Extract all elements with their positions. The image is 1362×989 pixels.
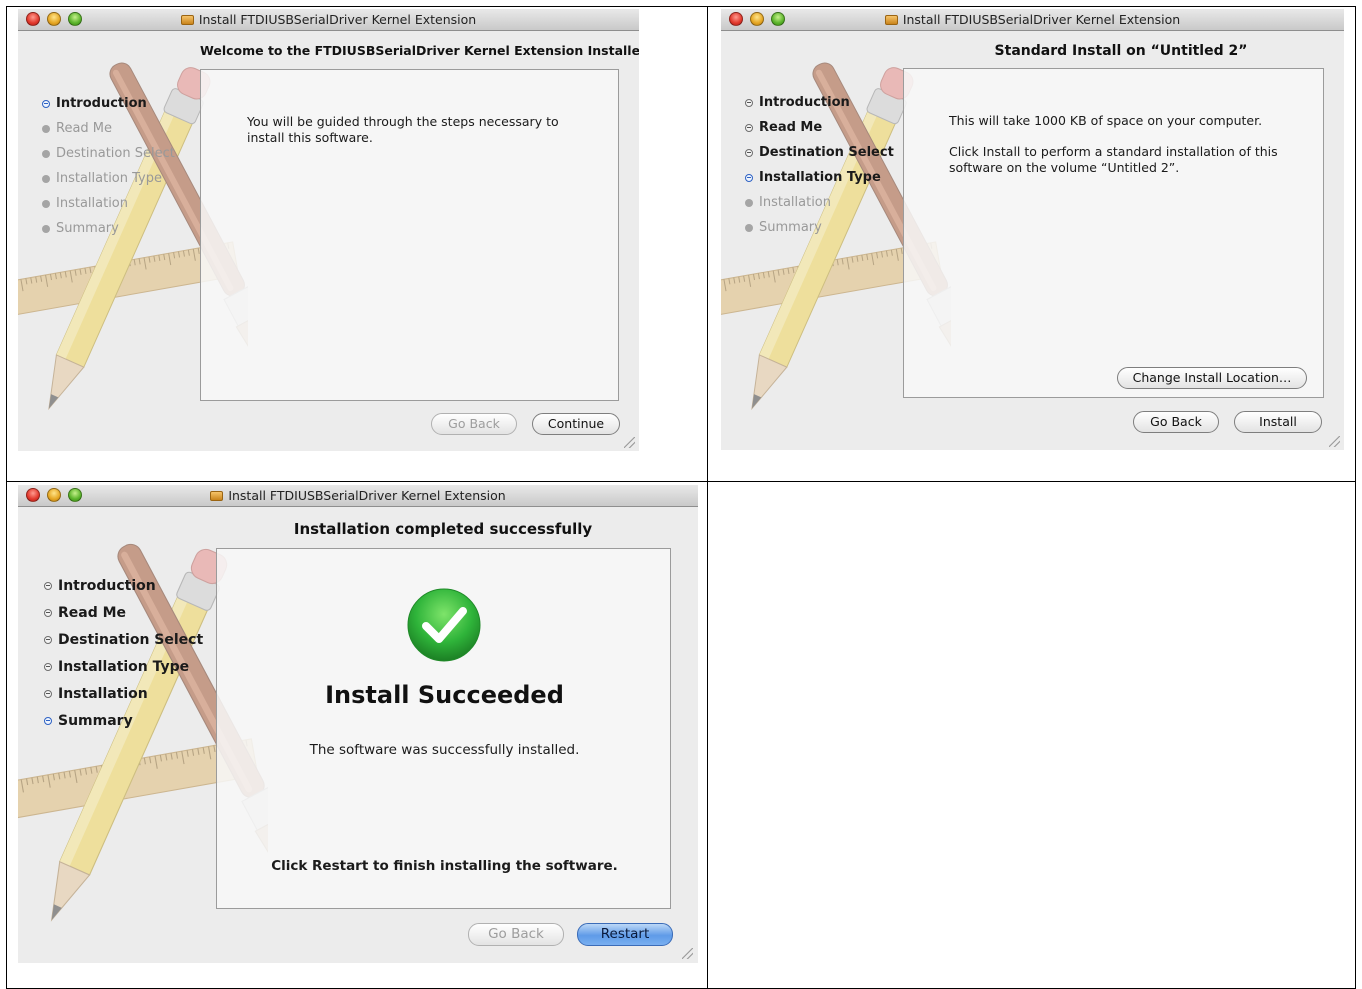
table-divider-vertical xyxy=(707,6,708,989)
change-install-location-button[interactable]: Change Install Location… xyxy=(1117,367,1307,389)
step-status-icon xyxy=(745,198,753,207)
step-item: Installation Type xyxy=(44,653,203,680)
step-item: Introduction xyxy=(44,572,203,599)
step-status-icon xyxy=(745,98,753,107)
resize-grip[interactable] xyxy=(1329,436,1340,447)
page-title: Installation completed successfully xyxy=(293,520,593,538)
step-item: Introduction xyxy=(745,90,894,115)
window-title: Install FTDIUSBSerialDriver Kernel Exten… xyxy=(18,12,639,27)
installer-window-summary: Install FTDIUSBSerialDriver Kernel Exten… xyxy=(18,485,698,963)
step-item: Installation Type xyxy=(42,166,175,191)
intro-text: You will be guided through the steps nec… xyxy=(247,114,559,145)
step-item: Installation xyxy=(42,191,175,216)
step-item: Installation xyxy=(745,190,894,215)
installer-window-introduction: Install FTDIUSBSerialDriver Kernel Exten… xyxy=(18,9,639,451)
space-required-text: This will take 1000 KB of space on your … xyxy=(949,113,1263,128)
step-label: Read Me xyxy=(58,604,127,621)
step-status-icon xyxy=(44,716,52,725)
title-bar[interactable]: Install FTDIUSBSerialDriver Kernel Exten… xyxy=(721,9,1344,31)
success-title: Install Succeeded xyxy=(325,681,564,709)
go-back-button[interactable]: Go Back xyxy=(1133,411,1219,433)
step-label: Introduction xyxy=(759,95,850,110)
step-label: Installation xyxy=(56,196,129,211)
continue-button[interactable]: Continue xyxy=(532,413,620,435)
step-label: Summary xyxy=(56,221,119,236)
title-bar[interactable]: Install FTDIUSBSerialDriver Kernel Exten… xyxy=(18,485,698,507)
step-label: Introduction xyxy=(56,96,147,111)
step-label: Installation xyxy=(58,685,148,702)
success-text: The software was successfully installed. xyxy=(309,742,580,758)
step-status-icon xyxy=(44,689,52,698)
step-item: Installation Type xyxy=(745,165,894,190)
installer-window-installation-type: Install FTDIUSBSerialDriver Kernel Exten… xyxy=(721,9,1344,450)
step-label: Installation Type xyxy=(759,170,881,185)
step-item: Destination Select xyxy=(44,626,203,653)
step-status-icon xyxy=(42,124,50,133)
step-label: Destination Select xyxy=(759,145,894,160)
step-status-icon xyxy=(745,123,753,132)
standard-install-text: Click Install to perform a standard inst… xyxy=(949,144,1278,175)
step-label: Summary xyxy=(58,712,133,729)
package-icon xyxy=(210,491,224,501)
step-label: Summary xyxy=(759,220,822,235)
step-item: Read Me xyxy=(42,116,175,141)
step-status-icon xyxy=(44,662,52,671)
step-item: Destination Select xyxy=(42,141,175,166)
step-label: Destination Select xyxy=(58,631,204,648)
steps-sidebar: Introduction Read Me Destination Select Ins… xyxy=(42,91,175,241)
step-item: Introduction xyxy=(42,91,175,116)
step-label: Read Me xyxy=(56,121,113,136)
step-status-icon xyxy=(42,174,50,183)
step-status-icon xyxy=(42,224,50,233)
window-title: Install FTDIUSBSerialDriver Kernel Exten… xyxy=(18,488,698,503)
step-item: Summary xyxy=(42,216,175,241)
page-title: Standard Install on “Untitled 2” xyxy=(994,43,1248,59)
step-item: Read Me xyxy=(44,599,203,626)
steps-sidebar: Introduction Read Me Destination Select Ins… xyxy=(44,572,203,734)
step-status-icon xyxy=(42,199,50,208)
window-title: Install FTDIUSBSerialDriver Kernel Exten… xyxy=(721,12,1344,27)
step-item: Destination Select xyxy=(745,140,894,165)
step-label: Destination Select xyxy=(56,146,175,161)
steps-sidebar: Introduction Read Me Destination Select Ins… xyxy=(745,90,894,240)
step-label: Installation Type xyxy=(58,658,190,675)
package-icon xyxy=(884,15,898,25)
content-panel: This will take 1000 KB of space on your … xyxy=(903,68,1324,398)
step-status-icon xyxy=(745,223,753,232)
checkmark-icon xyxy=(407,588,481,662)
step-item: Read Me xyxy=(745,115,894,140)
resize-grip[interactable] xyxy=(682,948,693,959)
title-bar[interactable]: Install FTDIUSBSerialDriver Kernel Exten… xyxy=(18,9,639,31)
page-title: Welcome to the FTDIUSBSerialDriver Kerne… xyxy=(200,43,639,58)
step-item: Summary xyxy=(44,707,203,734)
step-label: Installation Type xyxy=(56,171,162,186)
step-item: Installation xyxy=(44,680,203,707)
step-label: Introduction xyxy=(58,577,156,594)
step-status-icon xyxy=(745,148,753,157)
table-divider-horizontal xyxy=(6,481,1356,482)
install-button[interactable]: Install xyxy=(1234,411,1322,433)
step-label: Read Me xyxy=(759,120,823,135)
content-panel: You will be guided through the steps nec… xyxy=(200,69,619,401)
step-status-icon xyxy=(44,635,52,644)
step-label: Installation xyxy=(759,195,832,210)
restart-button[interactable]: Restart xyxy=(577,923,673,946)
resize-grip[interactable] xyxy=(624,437,635,448)
content-panel: Install Succeeded The software was succe… xyxy=(216,548,671,909)
restart-hint: Click Restart to finish installing the s… xyxy=(271,858,618,874)
step-status-icon xyxy=(42,149,50,158)
package-icon xyxy=(180,15,194,25)
step-status-icon xyxy=(745,173,753,182)
go-back-button[interactable]: Go Back xyxy=(431,413,517,435)
step-item: Summary xyxy=(745,215,894,240)
go-back-button[interactable]: Go Back xyxy=(468,923,564,946)
step-status-icon xyxy=(44,581,52,590)
step-status-icon xyxy=(42,99,50,108)
step-status-icon xyxy=(44,608,52,617)
